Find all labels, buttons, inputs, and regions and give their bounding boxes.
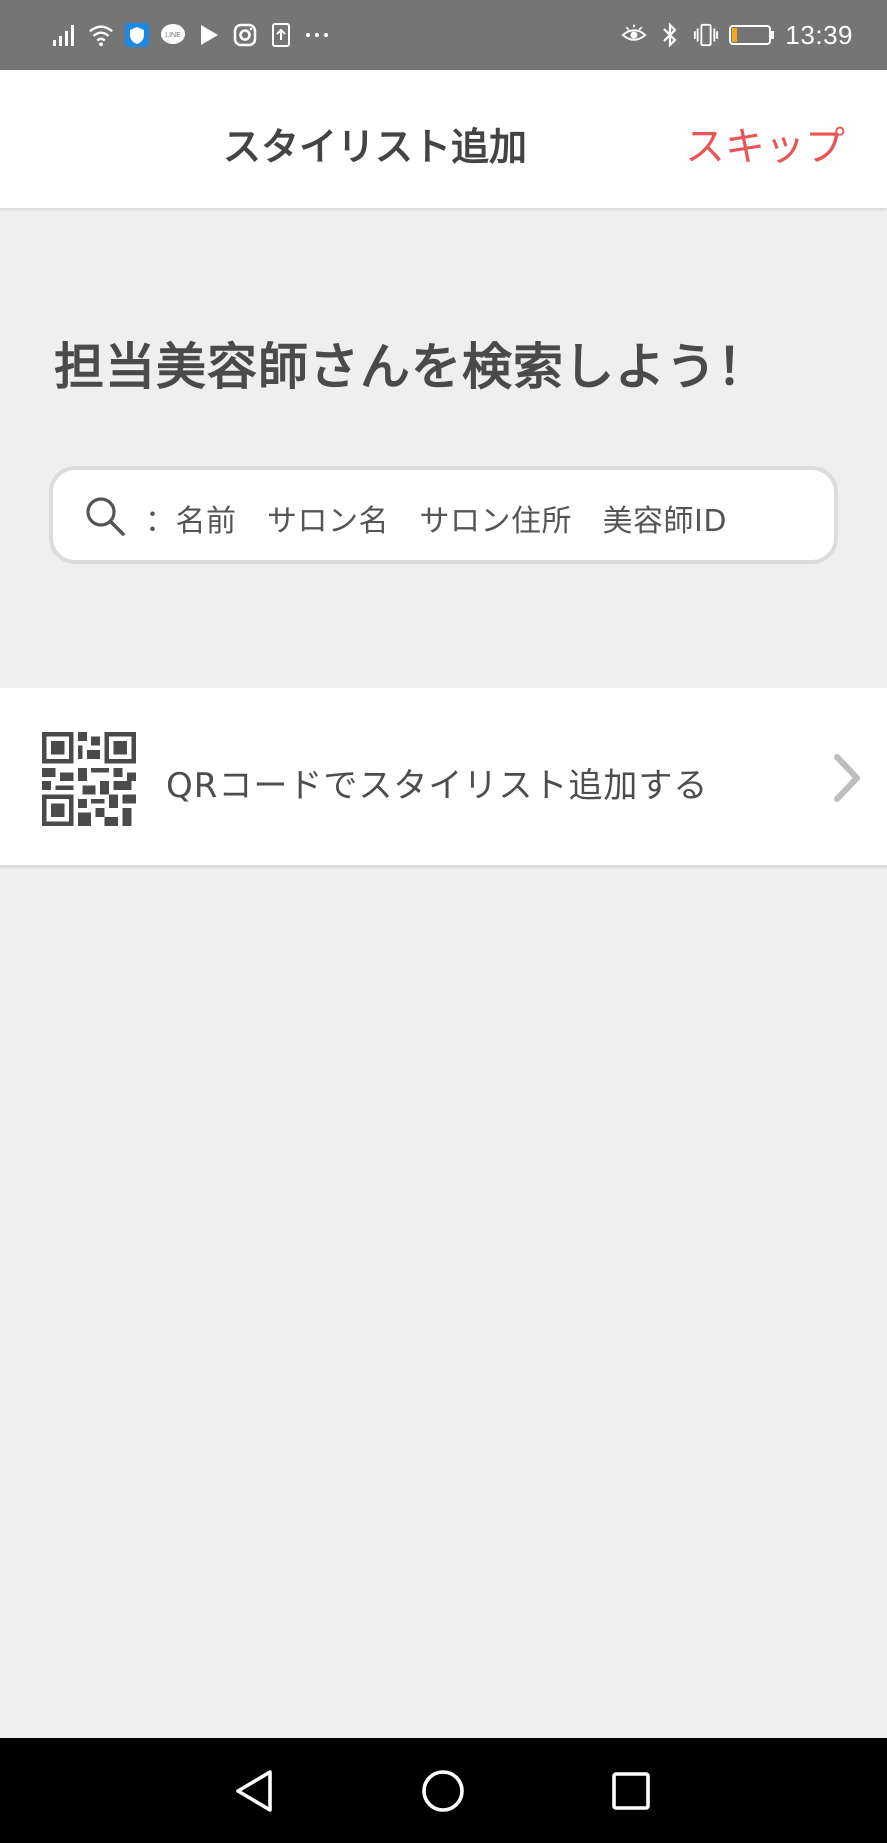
search-placeholder: ：名前 サロン名 サロン住所 美容師ID (145, 504, 727, 539)
vibrate-icon (693, 22, 719, 48)
shield-icon (124, 22, 150, 48)
line-icon: LINE (160, 22, 186, 48)
wifi-icon (88, 22, 114, 48)
chevron-right-icon (834, 754, 860, 802)
upload-icon (268, 22, 294, 48)
status-bar-right-icons: 13:39 (621, 18, 853, 52)
recents-icon[interactable] (604, 1764, 658, 1818)
search-icon (86, 497, 125, 536)
qr-add-stylist-row[interactable]: QRコードでスタイリスト追加する (0, 688, 887, 868)
system-nav-bar (0, 1738, 887, 1843)
back-icon[interactable] (228, 1764, 282, 1818)
instagram-icon (232, 22, 258, 48)
svg-text:LINE: LINE (165, 32, 181, 39)
bluetooth-icon (657, 22, 683, 48)
eye-comfort-icon (621, 22, 648, 48)
status-bar-left-icons: LINE (52, 18, 330, 52)
play-store-icon (196, 22, 222, 48)
qr-add-stylist-label: QRコードでスタイリスト追加する (166, 766, 709, 806)
search-heading: 担当美容師さんを検索しよう！ (54, 338, 768, 396)
battery-icon (729, 22, 775, 48)
page-title: スタイリスト追加 (222, 125, 527, 169)
status-bar: LINE 13:39 (0, 0, 887, 70)
more-icon (304, 22, 330, 48)
app-header: スタイリスト追加 スキップ (0, 70, 887, 208)
skip-button[interactable]: スキップ (685, 114, 845, 172)
status-time: 13:39 (785, 19, 853, 50)
qr-code-icon (42, 732, 136, 826)
signal-icon (52, 22, 78, 48)
home-icon[interactable] (416, 1764, 470, 1818)
search-input[interactable]: ：名前 サロン名 サロン住所 美容師ID (49, 466, 838, 564)
